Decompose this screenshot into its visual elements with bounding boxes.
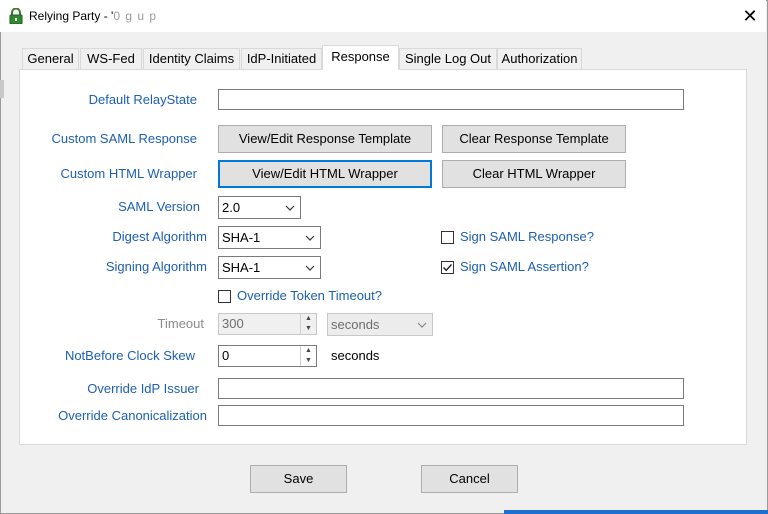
signing-algorithm-value: SHA-1 bbox=[222, 260, 261, 275]
view-edit-response-template-button[interactable]: View/Edit Response Template bbox=[218, 125, 432, 153]
spin-up-icon[interactable]: ▲ bbox=[301, 314, 316, 324]
tab-ws-fed[interactable]: WS-Fed bbox=[80, 48, 142, 69]
app-lock-icon bbox=[9, 7, 23, 25]
clear-response-template-button[interactable]: Clear Response Template bbox=[442, 125, 626, 153]
tab-response[interactable]: Response bbox=[322, 45, 399, 70]
clear-html-wrapper-button[interactable]: Clear HTML Wrapper bbox=[442, 160, 626, 188]
sign-saml-assertion-label[interactable]: Sign SAML Assertion? bbox=[460, 259, 589, 274]
override-idp-issuer-input[interactable] bbox=[218, 378, 684, 399]
save-button[interactable]: Save bbox=[250, 465, 347, 493]
spin-down-icon[interactable]: ▼ bbox=[301, 324, 316, 334]
clock-skew-unit-label: seconds bbox=[331, 348, 380, 363]
digest-algorithm-select[interactable]: SHA-1 bbox=[218, 226, 321, 249]
title-bar[interactable]: Relying Party - '0 g u p ✕ bbox=[0, 0, 766, 32]
chevron-down-icon bbox=[305, 235, 315, 241]
default-relaystate-label: Default RelayState bbox=[88, 92, 197, 107]
timeout-value: 300 bbox=[222, 316, 244, 331]
chevron-down-icon bbox=[305, 265, 315, 271]
signing-algorithm-select[interactable]: SHA-1 bbox=[218, 256, 321, 279]
chevron-down-icon bbox=[417, 322, 427, 328]
timeout-unit-value: seconds bbox=[331, 317, 380, 332]
sign-saml-response-label[interactable]: Sign SAML Response? bbox=[460, 229, 594, 244]
timeout-unit-select[interactable]: seconds bbox=[327, 313, 433, 336]
tab-single-log-out[interactable]: Single Log Out bbox=[399, 48, 497, 69]
checkmark-icon bbox=[442, 264, 453, 272]
spin-down-icon[interactable]: ▼ bbox=[301, 356, 316, 366]
window-title: Relying Party - '0 g u p bbox=[29, 9, 158, 23]
override-idp-issuer-label: Override IdP Issuer bbox=[87, 381, 199, 396]
timeout-label: Timeout bbox=[157, 316, 204, 331]
tab-idp-initiated[interactable]: IdP-Initiated bbox=[241, 48, 322, 69]
timeout-spinner[interactable]: 300 ▲ ▼ bbox=[218, 313, 317, 335]
notbefore-clock-skew-spinner[interactable]: 0 ▲ ▼ bbox=[218, 345, 317, 367]
override-canonicalization-label: Override Canonicalization bbox=[58, 408, 207, 423]
cancel-button[interactable]: Cancel bbox=[421, 465, 518, 493]
override-token-timeout-checkbox[interactable] bbox=[218, 290, 231, 303]
background-window-edge bbox=[0, 80, 4, 98]
saml-version-value: 2.0 bbox=[222, 200, 241, 215]
signing-algorithm-label: Signing Algorithm bbox=[105, 259, 207, 274]
tab-identity-claims[interactable]: Identity Claims bbox=[143, 48, 240, 69]
notbefore-clock-skew-value: 0 bbox=[222, 348, 230, 363]
sign-saml-assertion-checkbox[interactable] bbox=[441, 261, 454, 274]
digest-algorithm-label: Digest Algorithm bbox=[112, 229, 207, 244]
override-token-timeout-label[interactable]: Override Token Timeout? bbox=[237, 288, 382, 303]
close-icon[interactable]: ✕ bbox=[738, 4, 762, 28]
custom-saml-response-label: Custom SAML Response bbox=[51, 131, 197, 146]
chevron-down-icon bbox=[285, 205, 295, 211]
override-canonicalization-input[interactable] bbox=[218, 405, 684, 426]
background-window-edge-bottom bbox=[504, 510, 768, 514]
view-edit-html-wrapper-button[interactable]: View/Edit HTML Wrapper bbox=[218, 160, 432, 188]
saml-version-label: SAML Version bbox=[118, 199, 200, 214]
sign-saml-response-checkbox[interactable] bbox=[441, 231, 454, 244]
tab-general[interactable]: General bbox=[22, 48, 79, 69]
spinner-buttons: ▲ ▼ bbox=[300, 314, 316, 334]
tab-authorization[interactable]: Authorization bbox=[497, 48, 582, 69]
spin-up-icon[interactable]: ▲ bbox=[301, 346, 316, 356]
spinner-buttons: ▲ ▼ bbox=[300, 346, 316, 366]
default-relaystate-input[interactable] bbox=[218, 89, 684, 110]
notbefore-clock-skew-label: NotBefore Clock Skew bbox=[64, 348, 195, 363]
saml-version-select[interactable]: 2.0 bbox=[218, 196, 301, 219]
digest-algorithm-value: SHA-1 bbox=[222, 230, 261, 245]
custom-html-wrapper-label: Custom HTML Wrapper bbox=[60, 166, 197, 181]
